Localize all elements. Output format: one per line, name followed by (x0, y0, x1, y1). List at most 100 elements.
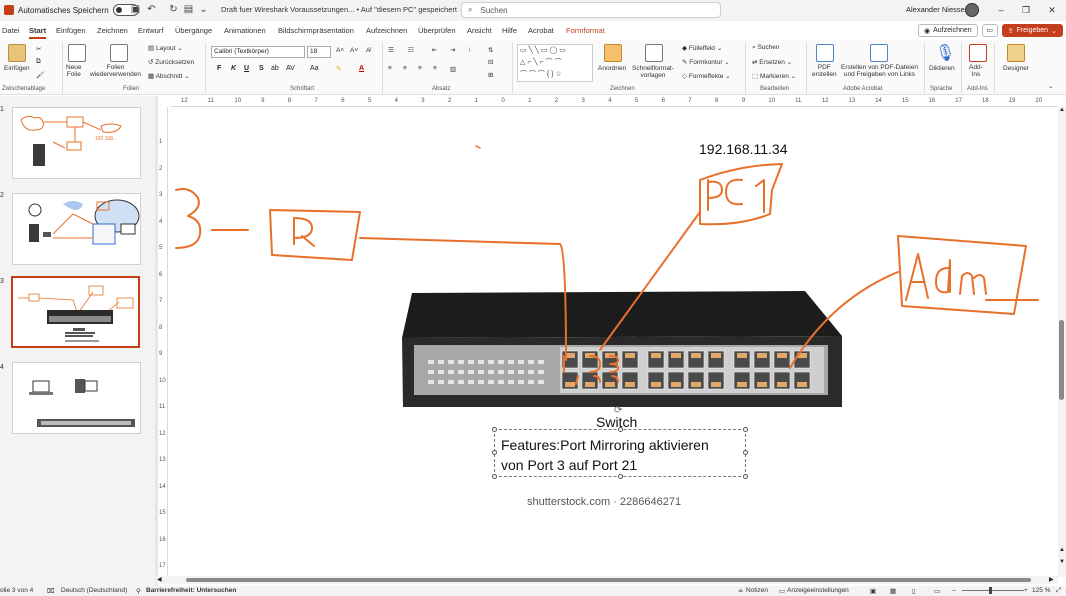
slide-sorter-icon[interactable]: ▦ (890, 587, 896, 595)
char-spacing-button[interactable]: AV (286, 65, 295, 72)
spellcheck-icon[interactable]: ⌧ (47, 587, 55, 595)
zoom-out-icon[interactable]: – (952, 587, 956, 594)
addins-button[interactable]: Add- Ins (969, 64, 983, 78)
layout-button[interactable]: ▤ Layout ⌄ (148, 44, 183, 52)
tab-ueberpruefen[interactable]: Überprüfen (418, 26, 456, 35)
resize-handle[interactable] (618, 427, 623, 432)
tab-start[interactable]: Start (29, 26, 47, 39)
resize-handle[interactable] (743, 474, 748, 479)
scroll-up-icon[interactable]: ▲ (1059, 107, 1065, 113)
horizontal-ruler[interactable]: 12 11 10 9 8 7 6 5 4 3 2 1 0 1 2 3 4 5 6 7 8 9 10 11 12 13 14 15 16 1… (171, 96, 1058, 107)
zoom-slider-thumb[interactable] (989, 587, 992, 594)
addins-icon[interactable] (969, 44, 987, 62)
scroll-down-icon[interactable]: ▼ (1059, 559, 1065, 565)
spacing-button[interactable]: ab (271, 65, 279, 72)
cut-icon[interactable]: ✂ (36, 45, 41, 53)
tab-bildschirmpraesentation[interactable]: Bildschirmpräsentation (278, 26, 354, 35)
pdf-create-icon[interactable] (816, 44, 834, 62)
paste-button[interactable]: Einfügen (4, 65, 30, 72)
align-left-icon[interactable]: ≡ (388, 65, 392, 72)
close-button[interactable]: ✕ (1045, 3, 1059, 17)
tab-animationen[interactable]: Animationen (224, 26, 266, 35)
fit-slide-icon[interactable]: ⤢ (1056, 587, 1061, 595)
dictate-button[interactable]: Diktieren (929, 65, 955, 72)
ip-address-text[interactable]: 192.168.11.34 (699, 141, 788, 157)
font-color-icon[interactable]: A (359, 65, 364, 72)
switch-label-text[interactable]: Switch (596, 414, 637, 430)
user-name[interactable]: Alexander Niessen (906, 5, 969, 14)
redo-icon[interactable]: ↻ (168, 4, 179, 15)
undo-icon[interactable]: ↶ (146, 4, 157, 15)
italic-button[interactable]: K (231, 65, 236, 72)
accessibility-status[interactable]: Barrierefreiheit: Untersuchen (146, 587, 236, 594)
numbering-icon[interactable]: ☷ (408, 46, 414, 54)
quick-styles-button[interactable]: Schnellformat- vorlagen (632, 65, 674, 79)
align-center-icon[interactable]: ≡ (403, 65, 407, 72)
scroll-left-icon[interactable]: ◀ (157, 576, 162, 583)
tab-aufzeichnen[interactable]: Aufzeichnen (366, 26, 407, 35)
horizontal-scrollbar[interactable]: ◀ ▶ (156, 576, 1058, 584)
language-indicator[interactable]: Deutsch (Deutschland) (61, 587, 127, 594)
microphone-icon[interactable]: 🎙 (935, 43, 955, 63)
tab-uebergaenge[interactable]: Übergänge (175, 26, 212, 35)
resize-handle[interactable] (618, 474, 623, 479)
font-size-dropdown[interactable]: 18 (307, 46, 331, 58)
slide-thumbnail-2[interactable] (12, 193, 141, 265)
slide-thumbnail-1[interactable]: 192.168.. (12, 107, 141, 179)
decrease-indent-icon[interactable]: ⇤ (432, 46, 437, 54)
avatar[interactable] (965, 3, 979, 17)
clear-format-icon[interactable]: A̸ (366, 47, 370, 54)
minimize-button[interactable]: – (994, 3, 1008, 17)
record-button[interactable]: ◉ Aufzeichnen (918, 24, 978, 37)
underline-button[interactable]: U (244, 65, 249, 72)
find-button[interactable]: ⌕ Suchen (752, 44, 780, 52)
tab-zeichnen[interactable]: Zeichnen (97, 26, 128, 35)
font-name-dropdown[interactable]: Calibri (Textkörper) (211, 46, 305, 58)
paste-icon[interactable] (8, 44, 26, 62)
vertical-ruler[interactable]: 12345678910111213141516171819 (158, 107, 168, 596)
pdf-create-button[interactable]: PDF erstellen (812, 64, 837, 78)
tab-ansicht[interactable]: Ansicht (467, 26, 492, 35)
zoom-slider[interactable] (962, 590, 1024, 591)
format-painter-icon[interactable]: 🖌 (36, 71, 44, 79)
display-settings-button[interactable]: Anzeigeeinstellungen (787, 587, 849, 594)
shape-effects-button[interactable]: ◇ Formeffekte ⌄ (682, 72, 731, 80)
increase-indent-icon[interactable]: ⇥ (450, 46, 455, 54)
reset-button[interactable]: ↺ Zurücksetzen (148, 58, 194, 66)
increase-font-icon[interactable]: A˄ (336, 47, 344, 54)
reading-view-icon[interactable]: ▯ (912, 587, 916, 595)
resize-handle[interactable] (743, 450, 748, 455)
smartart-icon[interactable]: ⊞ (488, 71, 493, 79)
customize-qat-icon[interactable]: ⌄ (198, 4, 209, 15)
notes-icon[interactable]: ≐ (738, 587, 743, 595)
section-button[interactable]: ▦ Abschnitt ⌄ (148, 72, 190, 80)
shapes-gallery[interactable]: ▭ ╲ ╲ ▭ ◯ ▭ △ ⌐ ╲ ⌐ ⌒ ⌒ ⌒ ⌒ ⌒ { } ☆ (517, 44, 593, 82)
columns-icon[interactable]: ▥ (450, 65, 456, 73)
pdf-share-icon[interactable] (870, 44, 888, 62)
horizontal-scroll-thumb[interactable] (186, 578, 1031, 582)
ribbon-collapse-icon[interactable]: ⌄ (1048, 82, 1053, 90)
tab-acrobat[interactable]: Acrobat (528, 26, 554, 35)
tab-hilfe[interactable]: Hilfe (502, 26, 517, 35)
strikethrough-button[interactable]: S (259, 65, 264, 72)
scroll-up-icon[interactable]: ▲ (1059, 547, 1065, 553)
bullets-icon[interactable]: ☰ (388, 46, 394, 54)
select-button[interactable]: ⬚ Markieren ⌄ (752, 72, 796, 80)
new-slide-icon[interactable] (68, 44, 86, 62)
slide-thumbnail-3[interactable] (11, 276, 140, 348)
restore-button[interactable]: ❐ (1019, 3, 1033, 17)
features-textbox[interactable]: Features:Port Mirroring aktivieren von P… (494, 429, 746, 477)
resize-handle[interactable] (492, 474, 497, 479)
bold-button[interactable]: F (217, 65, 221, 72)
present-icon[interactable]: ▤ (183, 4, 194, 15)
designer-icon[interactable] (1007, 44, 1025, 62)
copy-icon[interactable]: ⧉ (36, 58, 41, 66)
shape-outline-button[interactable]: ✎ Formkontur ⌄ (682, 58, 730, 66)
reuse-slides-icon[interactable] (110, 44, 128, 62)
zoom-in-icon[interactable]: + (1024, 587, 1028, 594)
pdf-share-button[interactable]: Erstellen von PDF-Dateien und Freigeben … (841, 64, 918, 78)
quick-styles-icon[interactable] (645, 44, 663, 62)
switch-image[interactable] (402, 291, 842, 407)
replace-button[interactable]: ⇄ Ersetzen ⌄ (752, 58, 792, 66)
resize-handle[interactable] (492, 427, 497, 432)
